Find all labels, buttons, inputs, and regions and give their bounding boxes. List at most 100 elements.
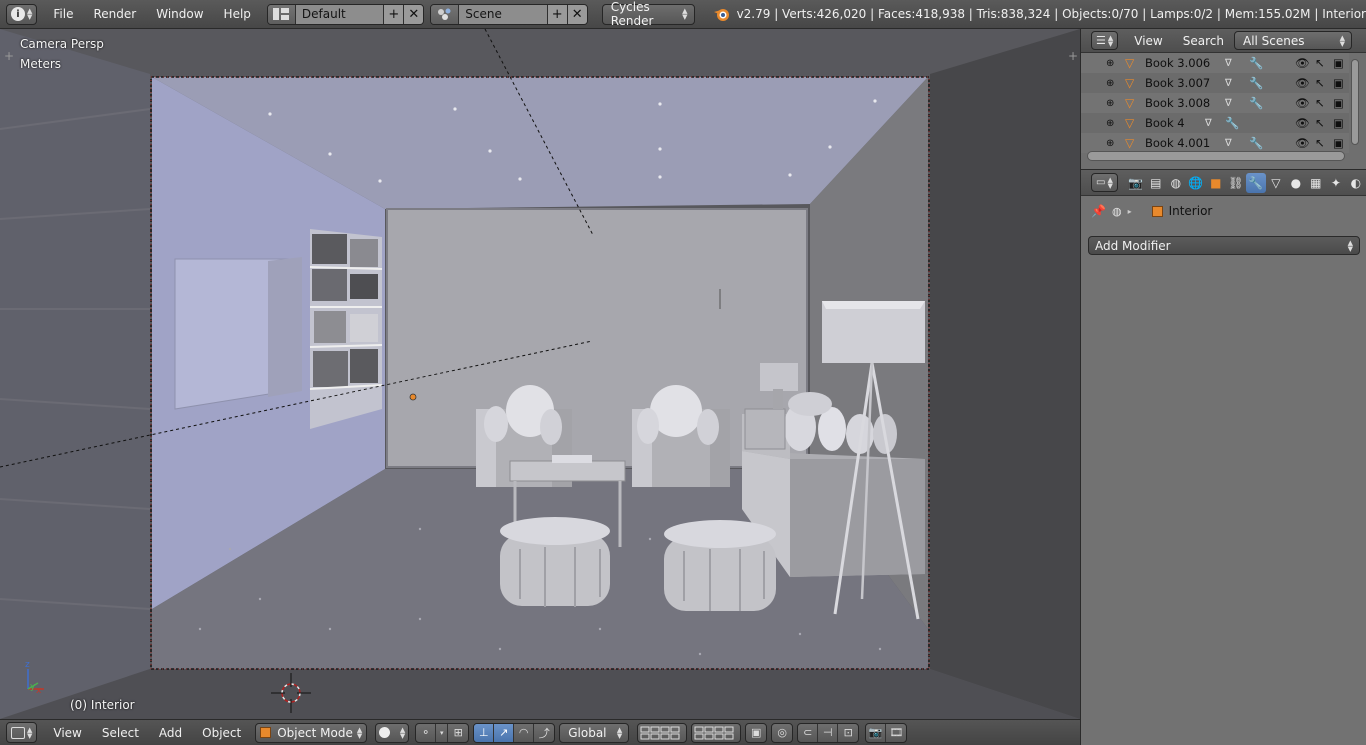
opengl-anim-icon[interactable]: 🎞 bbox=[886, 724, 906, 742]
snap-element-icon[interactable]: ⊣ bbox=[818, 723, 839, 742]
properties-editor[interactable]: ▭ ▲ ▼ 📷 ▤ ◍ 🌐 ■ ⛓ 🔧 ▽ ● ▦ ✦ ◐ 📌 ◍ ▸ Inter… bbox=[1081, 169, 1366, 745]
scene-name[interactable]: Scene bbox=[459, 4, 547, 24]
viewport-shading-dropdown[interactable]: ▲ ▼ bbox=[375, 722, 410, 743]
outliner-item[interactable]: ⊕ ▽ Book 3.006 ∇ 🔧 👁 ↖ ▣ bbox=[1081, 53, 1349, 73]
outliner-horizontal-scrollbar[interactable] bbox=[1087, 151, 1345, 161]
particles-tab-icon[interactable]: ✦ bbox=[1326, 173, 1346, 193]
outliner-item[interactable]: ⊕ ▽ Book 4.001 ∇ 🔧 👁 ↖ ▣ bbox=[1081, 133, 1349, 153]
pivot-icon[interactable]: ⚬ bbox=[416, 723, 437, 742]
constraints-tab-icon[interactable]: ⛓ bbox=[1226, 173, 1246, 193]
add-layout-button[interactable]: + bbox=[383, 4, 404, 24]
menu-add[interactable]: Add bbox=[149, 726, 192, 740]
modifiers-tab-icon[interactable]: 🔧 bbox=[1245, 172, 1266, 193]
screen-layout-name[interactable]: Default bbox=[295, 4, 384, 24]
layer-grid-icon[interactable] bbox=[692, 724, 740, 742]
object-tab-icon[interactable]: ■ bbox=[1206, 173, 1226, 193]
mode-dropdown[interactable]: Object Mode ▲ ▼ bbox=[255, 722, 368, 743]
outliner-editor-type-button[interactable]: ☰ ▲ ▼ bbox=[1091, 31, 1119, 50]
translate-manipulator-icon[interactable]: ↗ bbox=[494, 723, 515, 742]
proportional-edit-group[interactable]: ◎ bbox=[771, 722, 794, 743]
menu-help[interactable]: Help bbox=[214, 7, 261, 21]
camera-render-icon[interactable]: ▣ bbox=[1333, 136, 1344, 150]
menu-object[interactable]: Object bbox=[192, 726, 251, 740]
world-tab-icon[interactable]: 🌐 bbox=[1186, 173, 1206, 193]
outliner-menu-view[interactable]: View bbox=[1124, 34, 1172, 48]
scale-manipulator-icon[interactable]: ⤴ bbox=[534, 724, 554, 742]
layers-group-2[interactable] bbox=[691, 722, 742, 743]
outliner-item-label[interactable]: Book 3.006 bbox=[1145, 56, 1210, 70]
outliner-item[interactable]: ⊕ ▽ Book 3.008 ∇ 🔧 👁 ↖ ▣ bbox=[1081, 93, 1349, 113]
cursor-select-icon[interactable]: ↖ bbox=[1315, 116, 1325, 130]
opengl-render-icon[interactable]: 📷 bbox=[866, 723, 887, 742]
menu-file[interactable]: File bbox=[43, 7, 83, 21]
expand-plus-icon[interactable]: ⊕ bbox=[1106, 58, 1114, 69]
axis-manipulator-icon[interactable]: ⊥ bbox=[474, 723, 495, 742]
rotate-manipulator-icon[interactable]: ◠ bbox=[514, 723, 535, 742]
manipulator-group[interactable]: ⊥ ↗ ◠ ⤴ bbox=[473, 722, 556, 743]
eye-icon[interactable]: 👁 bbox=[1295, 76, 1310, 90]
expand-plus-icon[interactable]: ⊕ bbox=[1106, 138, 1114, 149]
eye-icon[interactable]: 👁 bbox=[1295, 136, 1310, 150]
viewport-scene-render[interactable]: z y x bbox=[0, 29, 1080, 719]
proportional-edit-icon[interactable]: ◎ bbox=[772, 724, 792, 742]
outliner-display-mode[interactable]: All Scenes ▲ ▼ bbox=[1233, 31, 1352, 50]
render-group[interactable]: 📷 🎞 bbox=[865, 722, 908, 743]
transform-orientation-dropdown[interactable]: Global ▲ ▼ bbox=[559, 722, 630, 743]
cursor-select-icon[interactable]: ↖ bbox=[1315, 76, 1325, 90]
menu-render[interactable]: Render bbox=[83, 7, 146, 21]
material-tab-icon[interactable]: ● bbox=[1286, 173, 1306, 193]
outliner-item-label[interactable]: Book 3.007 bbox=[1145, 76, 1210, 90]
texture-tab-icon[interactable]: ▦ bbox=[1306, 173, 1326, 193]
region-toggle-right[interactable]: + bbox=[1068, 49, 1078, 63]
scene-icon[interactable] bbox=[431, 4, 460, 24]
menu-view[interactable]: View bbox=[43, 726, 91, 740]
outliner[interactable]: ☰ ▲ ▼ View Search All Scenes ▲ ▼ ⊕ ▽ Book … bbox=[1081, 29, 1366, 169]
region-toggle-left[interactable]: + bbox=[4, 49, 14, 63]
expand-plus-icon[interactable]: ⊕ bbox=[1106, 98, 1114, 109]
pivot-group[interactable]: ⚬ ▾ ⊞ bbox=[415, 722, 470, 743]
lock-layers-group[interactable]: ▣ bbox=[745, 722, 768, 743]
render-layers-tab-icon[interactable]: ▤ bbox=[1146, 173, 1166, 193]
snap-magnet-icon[interactable]: ⊂ bbox=[798, 723, 819, 742]
outliner-vertical-scrollbar[interactable] bbox=[1351, 59, 1359, 145]
eye-icon[interactable]: 👁 bbox=[1295, 96, 1310, 110]
camera-render-icon[interactable]: ▣ bbox=[1333, 96, 1344, 110]
cursor-select-icon[interactable]: ↖ bbox=[1315, 96, 1325, 110]
3d-viewport[interactable]: z y x Camera Persp Meters (0) Interior +… bbox=[0, 29, 1080, 719]
outliner-item-label[interactable]: Book 3.008 bbox=[1145, 96, 1210, 110]
outliner-menu-search[interactable]: Search bbox=[1173, 34, 1234, 48]
camera-render-icon[interactable]: ▣ bbox=[1333, 56, 1344, 70]
cursor-select-icon[interactable]: ↖ bbox=[1315, 136, 1325, 150]
expand-plus-icon[interactable]: ⊕ bbox=[1106, 78, 1114, 89]
outliner-item[interactable]: ⊕ ▽ Book 3.007 ∇ 🔧 👁 ↖ ▣ bbox=[1081, 73, 1349, 93]
eye-icon[interactable]: 👁 bbox=[1295, 56, 1310, 70]
add-scene-button[interactable]: + bbox=[546, 4, 567, 24]
add-modifier-dropdown[interactable]: Add Modifier ▲ ▼ bbox=[1088, 236, 1360, 255]
3d-editor-type-button[interactable]: ▲ ▼ bbox=[6, 722, 38, 743]
lock-camera-icon[interactable]: ▣ bbox=[746, 724, 766, 742]
layer-grid-icon[interactable] bbox=[638, 724, 686, 742]
manipulator-toggle-icon[interactable]: ⊞ bbox=[448, 724, 468, 742]
outliner-item[interactable]: ⊕ ▽ Book 4 ∇ 🔧 👁 ↖ ▣ bbox=[1081, 113, 1349, 133]
eye-icon[interactable]: 👁 bbox=[1295, 116, 1310, 130]
pivot-dropdown-icon[interactable]: ▾ bbox=[436, 723, 449, 742]
menu-window[interactable]: Window bbox=[146, 7, 213, 21]
menu-select[interactable]: Select bbox=[92, 726, 149, 740]
physics-tab-icon[interactable]: ◐ bbox=[1346, 173, 1366, 193]
scene-tab-icon[interactable]: ◍ bbox=[1166, 173, 1186, 193]
scene-selector[interactable]: Scene + ✕ bbox=[430, 3, 588, 25]
properties-editor-type-button[interactable]: ▭ ▲ ▼ bbox=[1091, 173, 1118, 192]
layout-grid-icon[interactable] bbox=[267, 4, 296, 24]
outliner-item-label[interactable]: Book 4.001 bbox=[1145, 136, 1210, 150]
render-engine-dropdown[interactable]: Cycles Render ▲ ▼ bbox=[601, 0, 695, 28]
expand-plus-icon[interactable]: ⊕ bbox=[1106, 118, 1114, 129]
camera-render-icon[interactable]: ▣ bbox=[1333, 76, 1344, 90]
editor-type-button[interactable]: i ▲ ▼ bbox=[6, 3, 38, 25]
snap-group[interactable]: ⊂ ⊣ ⊡ bbox=[797, 722, 860, 743]
data-tab-icon[interactable]: ▽ bbox=[1266, 173, 1286, 193]
snap-target-icon[interactable]: ⊡ bbox=[838, 724, 858, 742]
cursor-select-icon[interactable]: ↖ bbox=[1315, 56, 1325, 70]
layers-group-1[interactable] bbox=[637, 722, 688, 743]
outliner-item-label[interactable]: Book 4 bbox=[1145, 116, 1185, 130]
camera-render-icon[interactable]: ▣ bbox=[1333, 116, 1344, 130]
